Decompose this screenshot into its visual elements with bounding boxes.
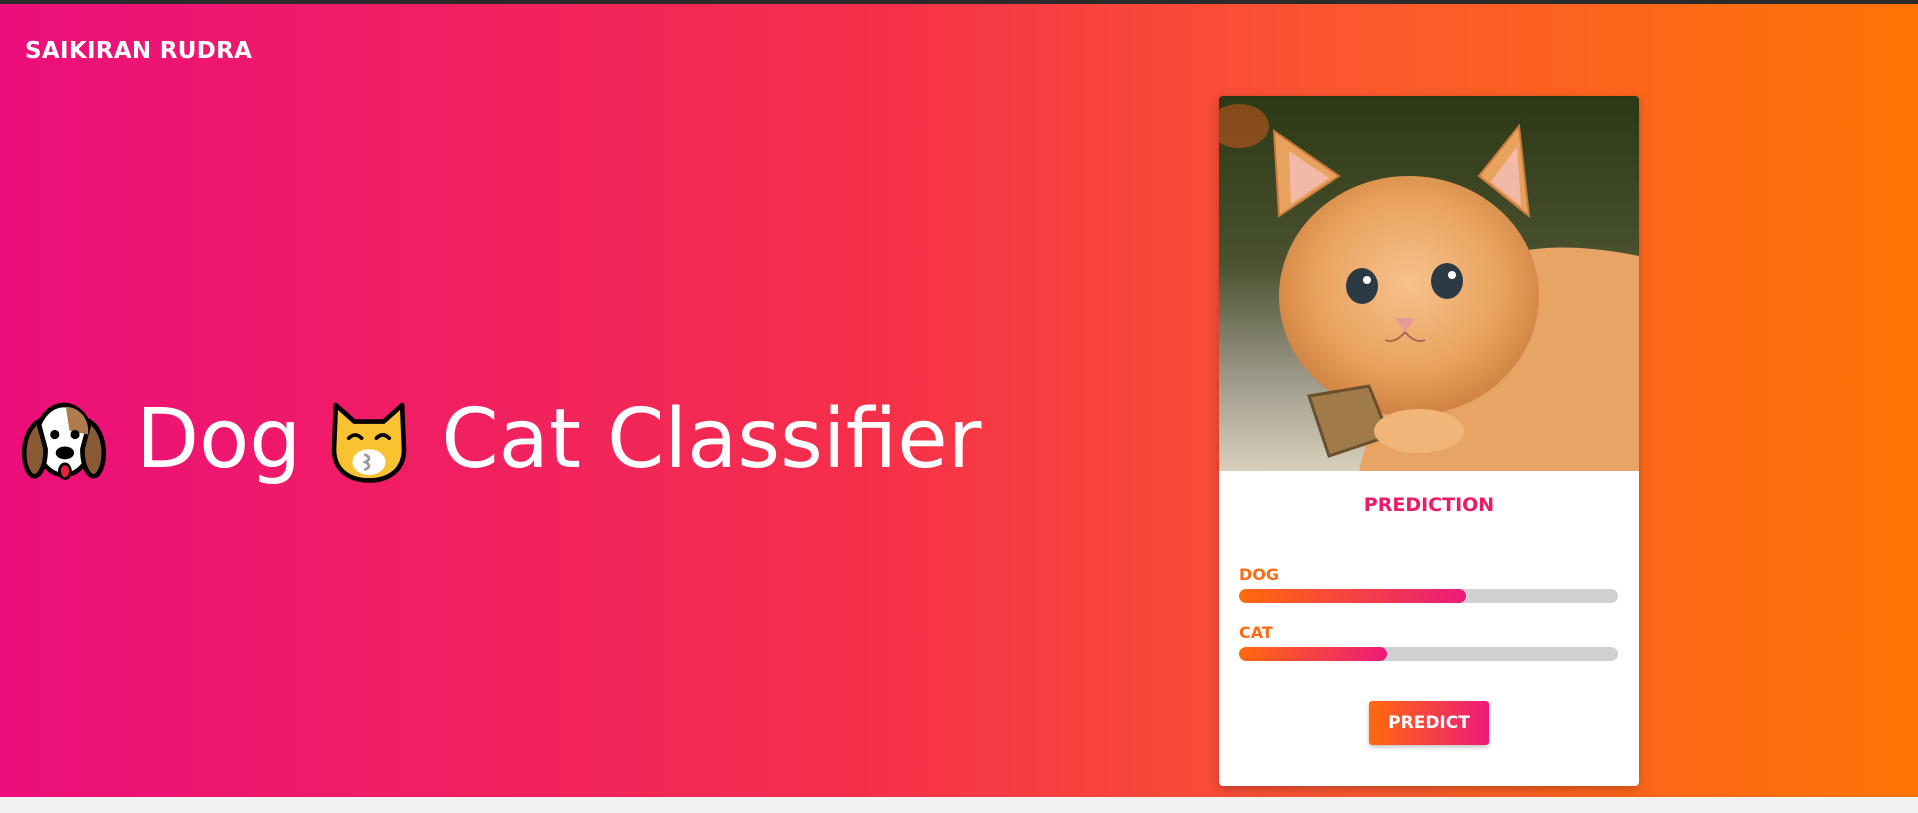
- title-word-dog: Dog: [136, 392, 302, 487]
- kitten-photo: [1219, 96, 1639, 471]
- hero-section: SAIKIRAN RUDRA Dog Cat Classifier PREDIC…: [0, 4, 1918, 797]
- cat-probability-fill: [1239, 647, 1387, 661]
- dog-face-icon: [21, 402, 107, 480]
- dog-probability-fill: [1239, 589, 1467, 603]
- page-title: Dog Cat Classifier: [18, 392, 1003, 487]
- predict-button[interactable]: PREDICT: [1369, 701, 1489, 745]
- dog-probability-bar: [1239, 589, 1618, 603]
- cat-label: CAT: [1239, 623, 1273, 642]
- prediction-card: PREDICTION DOG CAT PREDICT: [1219, 96, 1639, 786]
- cat-probability-bar: [1239, 647, 1618, 661]
- title-word-cat-classifier: Cat Classifier: [441, 392, 982, 487]
- dog-label: DOG: [1239, 565, 1280, 584]
- kissing-cat-icon: [332, 402, 407, 483]
- brand-name[interactable]: SAIKIRAN RUDRA: [25, 38, 252, 64]
- prediction-title: PREDICTION: [1363, 494, 1495, 516]
